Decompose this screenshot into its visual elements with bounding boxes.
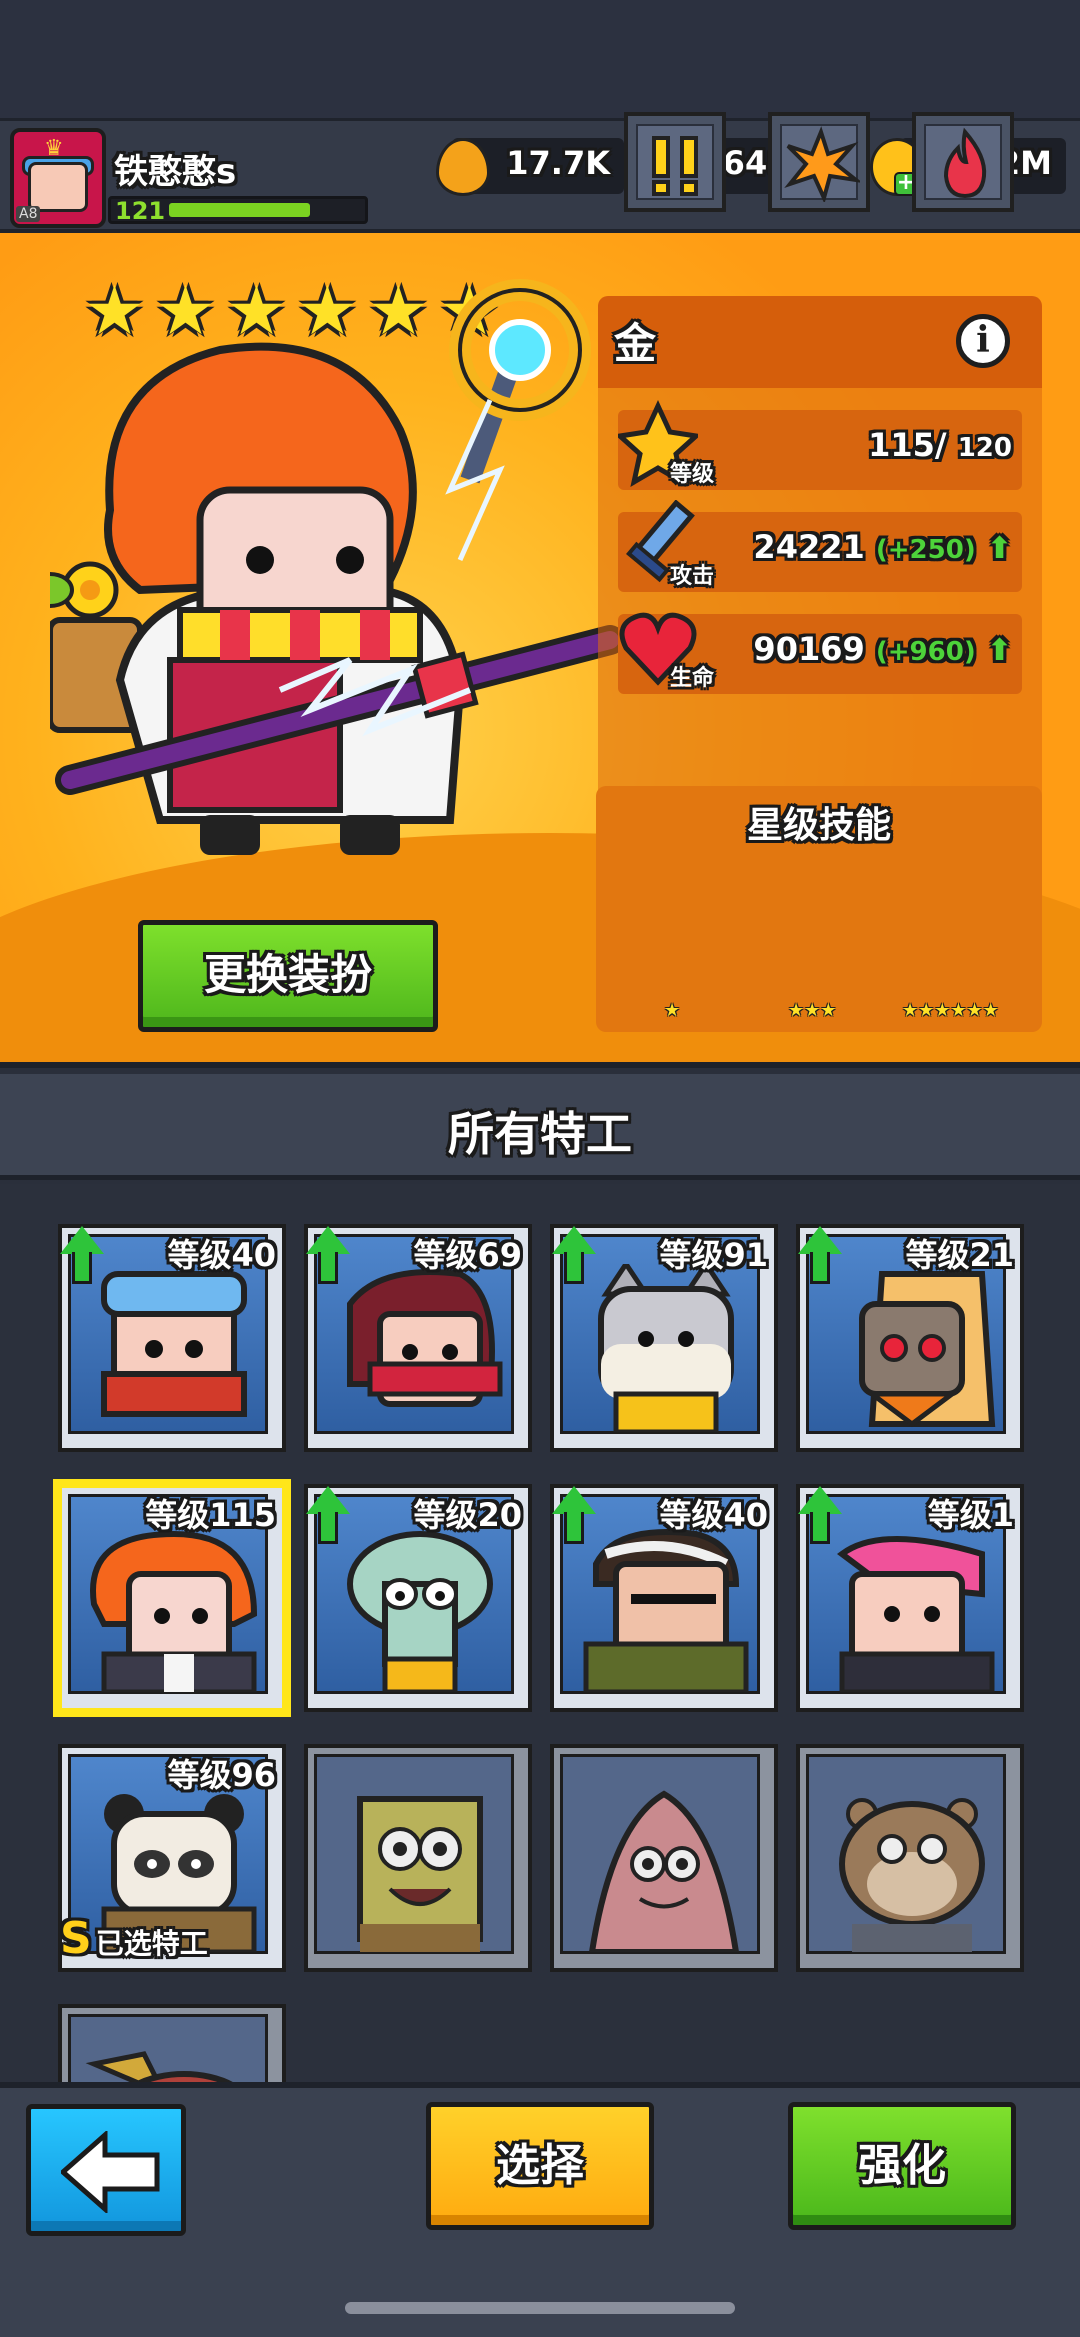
agent-portrait <box>576 1784 752 1955</box>
agents-title: 所有特工 <box>448 1107 632 1161</box>
agent-level: 等级40 <box>659 1496 768 1534</box>
agent-portrait <box>330 1524 506 1695</box>
agent-portrait <box>576 1524 752 1695</box>
stat-hp-value: 90169 (+960) ⬆ <box>753 630 1012 668</box>
skill-slot-3[interactable] <box>912 112 1014 212</box>
agent-level: 等级115 <box>145 1496 276 1534</box>
upgrade-arrow-icon <box>798 1486 842 1546</box>
skill-1-stars: ★ <box>664 1000 681 1021</box>
change-outfit-button[interactable]: 更换装扮 <box>138 920 438 1032</box>
avatar-face <box>28 162 88 212</box>
player-avatar[interactable]: ♛ A8 <box>10 128 106 228</box>
s-rank-badge: S <box>60 1913 92 1964</box>
upgrade-arrow-icon <box>60 1226 104 1286</box>
stat-level-value: 115/ 120 <box>868 426 1012 464</box>
agent-portrait <box>576 1259 752 1435</box>
selected-agent-tag: S 已选特工 <box>60 1913 208 1964</box>
agent-card-2[interactable]: 等级69 <box>304 1224 532 1452</box>
upgrade-arrow-icon <box>306 1486 350 1546</box>
info-icon[interactable]: i <box>956 314 1010 368</box>
agent-card-3[interactable]: 等级91 <box>550 1224 778 1452</box>
stat-hp: 生命 90169 (+960) ⬆ <box>618 612 1022 694</box>
skill-2-stars: ★★★ <box>788 1000 837 1021</box>
enhance-button[interactable]: 强化 <box>788 2102 1016 2230</box>
upgrade-arrow-icon <box>552 1486 596 1546</box>
agent-level: 等级40 <box>167 1236 276 1274</box>
stat-attack-label: 攻击 <box>670 564 715 589</box>
agent-card-7[interactable]: 等级40 <box>550 1484 778 1712</box>
explosion-icon <box>780 124 864 204</box>
upgrade-arrow-icon <box>306 1226 350 1286</box>
home-indicator <box>345 2302 735 2314</box>
agent-portrait <box>84 1264 260 1432</box>
agent-portrait <box>330 1784 506 1952</box>
agent-card-1[interactable]: 等级40 <box>58 1224 286 1452</box>
back-arrow-icon <box>61 2131 160 2213</box>
agent-card-locked-1[interactable] <box>304 1744 532 1972</box>
xp-bar-fill <box>169 203 310 217</box>
agent-card-5[interactable]: 等级115 <box>58 1484 286 1712</box>
select-button[interactable]: 选择 <box>426 2102 654 2230</box>
skill-3-stars: ★★★★★★ <box>902 1000 999 1021</box>
xp-bar: 121 <box>108 196 368 225</box>
agent-level: 等级96 <box>167 1756 276 1794</box>
hero-info-header: 金 i <box>598 296 1042 388</box>
avatar-tag: A8 <box>16 206 41 222</box>
agent-portrait <box>822 1784 998 1952</box>
agent-card-6[interactable]: 等级20 <box>304 1484 532 1712</box>
stat-level: 等级 115/ 120 <box>618 400 1022 490</box>
exclamation-icon <box>636 124 714 200</box>
agent-level: 等级20 <box>413 1496 522 1534</box>
stat-level-label: 等级 <box>670 462 715 487</box>
resource-drop-value: 17.7K <box>506 144 610 182</box>
agent-portrait <box>330 1264 506 1432</box>
agents-header: 所有特工 <box>0 1074 1080 1180</box>
agent-level: 等级21 <box>905 1236 1014 1274</box>
star-skills-panel: 星级技能 <box>596 786 1042 1032</box>
agent-level: 等级69 <box>413 1236 522 1274</box>
back-button[interactable] <box>26 2104 186 2236</box>
agent-level: 等级1 <box>927 1496 1014 1534</box>
agent-card-locked-2[interactable] <box>550 1744 778 1972</box>
skill-slot-1[interactable] <box>624 112 726 212</box>
stat-attack-value: 24221 (+250) ⬆ <box>753 528 1012 566</box>
upgrade-arrow-icon <box>552 1226 596 1286</box>
agent-card-9[interactable]: 等级96 S 已选特工 <box>58 1744 286 1972</box>
skill-slot-2[interactable] <box>768 112 870 212</box>
agent-card-4[interactable]: 等级21 <box>796 1224 1024 1452</box>
flame-icon <box>924 124 1002 200</box>
stat-hp-label: 生命 <box>670 666 715 691</box>
agent-portrait <box>822 1524 998 1695</box>
hero-illustration <box>50 279 625 855</box>
star-skills-title: 星级技能 <box>746 805 891 846</box>
agent-card-8[interactable]: 等级1 <box>796 1484 1024 1712</box>
status-area <box>0 0 1080 118</box>
player-level: 121 <box>115 197 166 225</box>
agent-portrait <box>822 1264 998 1432</box>
agent-card-locked-3[interactable] <box>796 1744 1024 1972</box>
upgrade-arrow-icon <box>798 1226 842 1286</box>
player-name: 铁憨憨s <box>114 152 237 192</box>
stat-attack: 攻击 24221 (+250) ⬆ <box>618 500 1022 592</box>
agent-portrait <box>84 1524 260 1695</box>
hero-name: 金 <box>614 319 657 368</box>
agent-level: 等级91 <box>659 1236 768 1274</box>
